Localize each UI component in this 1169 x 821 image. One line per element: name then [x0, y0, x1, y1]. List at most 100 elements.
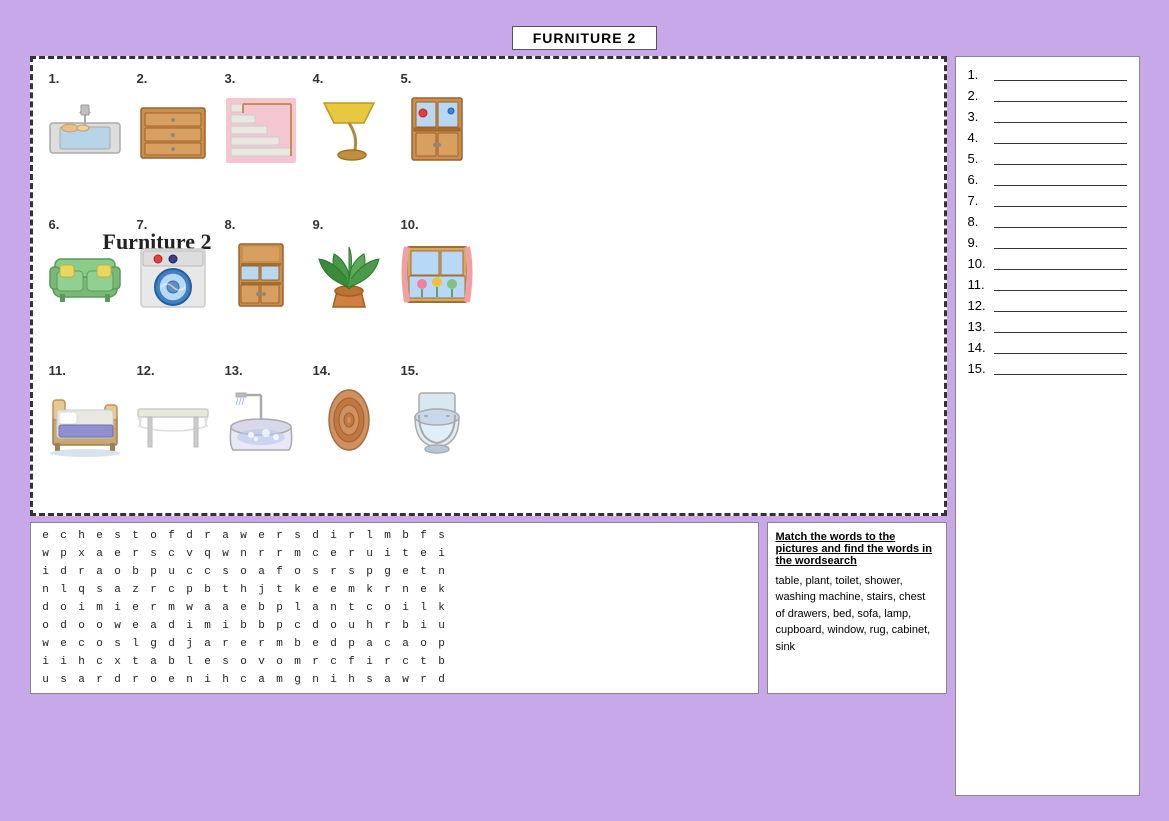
ws-cell: j: [181, 635, 199, 653]
answer-line-15: [994, 361, 1127, 375]
ws-cell: m: [289, 653, 307, 671]
ws-cell: r: [73, 563, 91, 581]
ws-cell: d: [307, 617, 325, 635]
ws-cell: f: [163, 527, 181, 545]
ws-cell: p: [343, 635, 361, 653]
page-title: FURNITURE 2: [512, 26, 658, 50]
ws-cell: b: [397, 527, 415, 545]
ws-cell: a: [91, 563, 109, 581]
ws-cell: u: [343, 617, 361, 635]
bottom-row: echestofdrawersdirlmbfswpxaerscvqwnrrmce…: [30, 522, 947, 694]
ws-cell: a: [217, 527, 235, 545]
ws-cell: e: [127, 617, 145, 635]
ws-cell: c: [235, 671, 253, 689]
ws-cell: k: [289, 581, 307, 599]
answer-num-13: 13.: [968, 319, 990, 334]
answer-num-5: 5.: [968, 151, 990, 166]
ws-cell: c: [307, 545, 325, 563]
ws-cell: m: [199, 617, 217, 635]
ws-cell: r: [325, 563, 343, 581]
left-section: Furniture 2 1.: [30, 56, 947, 796]
ws-cell: n: [235, 545, 253, 563]
item-12: 12.: [129, 359, 217, 464]
item-10: 10.: [393, 213, 481, 318]
answer-num-1: 1.: [968, 67, 990, 82]
ws-cell: e: [415, 581, 433, 599]
ws-cell: h: [73, 527, 91, 545]
ws-cell: j: [253, 581, 271, 599]
ws-cell: o: [415, 635, 433, 653]
content-row: Furniture 2 1.: [30, 56, 1140, 796]
ws-cell: m: [91, 599, 109, 617]
ws-cell: m: [289, 545, 307, 563]
answer-line-4: [994, 130, 1127, 144]
answer-num-10: 10.: [968, 256, 990, 271]
ws-cell: m: [343, 581, 361, 599]
answer-row-12: 12.: [968, 298, 1127, 313]
ws-cell: d: [55, 617, 73, 635]
ws-cell: f: [271, 563, 289, 581]
answer-row-7: 7.: [968, 193, 1127, 208]
answer-num-12: 12.: [968, 298, 990, 313]
ws-cell: e: [307, 581, 325, 599]
ws-cell: o: [55, 599, 73, 617]
ws-cell: u: [433, 617, 451, 635]
ws-cell: i: [73, 599, 91, 617]
answer-row-14: 14.: [968, 340, 1127, 355]
ws-cell: d: [55, 563, 73, 581]
ws-cell: e: [91, 527, 109, 545]
ws-cell: o: [325, 617, 343, 635]
ws-cell: w: [37, 545, 55, 563]
ws-cell: k: [361, 581, 379, 599]
ws-cell: t: [127, 653, 145, 671]
ws-cell: m: [271, 635, 289, 653]
ws-cell: r: [127, 545, 145, 563]
item-9: 9.: [305, 213, 393, 318]
ws-cell: e: [199, 653, 217, 671]
ws-cell: i: [181, 617, 199, 635]
ws-cell: w: [181, 599, 199, 617]
ws-cell: t: [415, 653, 433, 671]
ws-cell: w: [109, 617, 127, 635]
ws-cell: v: [181, 545, 199, 563]
ws-cell: n: [307, 671, 325, 689]
ws-cell: r: [217, 635, 235, 653]
instructions-panel: Match the words to the pictures and find…: [767, 522, 947, 694]
answer-line-8: [994, 214, 1127, 228]
answer-num-8: 8.: [968, 214, 990, 229]
ws-cell: r: [91, 671, 109, 689]
answer-line-14: [994, 340, 1127, 354]
ws-cell: d: [307, 527, 325, 545]
ws-cell: a: [199, 599, 217, 617]
ws-cell: s: [55, 671, 73, 689]
ws-cell: p: [145, 563, 163, 581]
ws-cell: a: [73, 671, 91, 689]
ws-cell: p: [271, 599, 289, 617]
ws-cell: s: [91, 581, 109, 599]
answer-num-7: 7.: [968, 193, 990, 208]
ws-cell: b: [433, 653, 451, 671]
ws-cell: l: [181, 653, 199, 671]
ws-cell: r: [127, 671, 145, 689]
ws-cell: w: [217, 545, 235, 563]
answer-num-14: 14.: [968, 340, 990, 355]
item-11: 11.: [41, 359, 129, 464]
ws-cell: b: [235, 617, 253, 635]
ws-cell: c: [91, 653, 109, 671]
ws-cell: o: [379, 599, 397, 617]
ws-cell: w: [235, 527, 253, 545]
ws-cell: s: [433, 527, 451, 545]
answer-num-15: 15.: [968, 361, 990, 376]
answer-num-9: 9.: [968, 235, 990, 250]
ws-cell: x: [109, 653, 127, 671]
ws-cell: p: [433, 635, 451, 653]
answer-row-3: 3.: [968, 109, 1127, 124]
ws-cell: r: [145, 599, 163, 617]
answer-num-11: 11.: [968, 277, 990, 292]
ws-cell: g: [289, 671, 307, 689]
ws-cell: q: [199, 545, 217, 563]
ws-cell: s: [361, 671, 379, 689]
ws-cell: e: [163, 671, 181, 689]
ws-cell: p: [361, 563, 379, 581]
answer-num-4: 4.: [968, 130, 990, 145]
